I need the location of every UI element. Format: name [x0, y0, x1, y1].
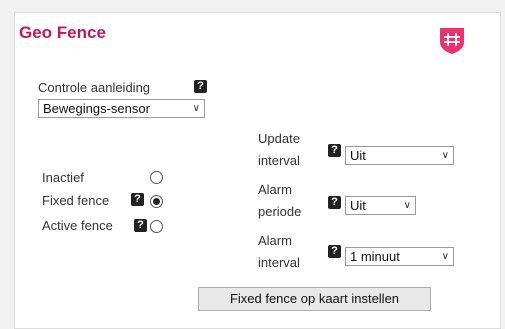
alarm-interval-label-1: Alarm	[258, 233, 292, 248]
update-interval-value: Uit	[350, 148, 366, 163]
inactief-label: Inactief	[42, 170, 84, 185]
chevron-down-icon: ∨	[441, 150, 449, 161]
alarm-interval-value: 1 minuut	[350, 249, 400, 264]
hashtag-shield-icon	[440, 28, 464, 54]
inactief-radio[interactable]	[150, 171, 163, 184]
fixed-fence-label: Fixed fence	[42, 193, 110, 208]
fixed-fence-op-kaart-button[interactable]: Fixed fence op kaart instellen	[198, 287, 431, 311]
controle-aanleiding-label: Controle aanleiding	[38, 80, 151, 95]
fixed-fence-help-icon[interactable]: ?	[131, 193, 144, 206]
alarm-periode-label-2: periode	[258, 204, 302, 219]
update-interval-label-2: interval	[258, 153, 300, 168]
geo-fence-panel	[14, 12, 501, 329]
alarm-periode-help-icon[interactable]: ?	[328, 196, 341, 209]
chevron-down-icon: ∨	[403, 200, 411, 211]
alarm-periode-label-1: Alarm	[258, 182, 292, 197]
alarm-interval-label-2: interval	[258, 255, 300, 270]
alarm-interval-select[interactable]: 1 minuut ∨	[345, 247, 454, 266]
alarm-periode-select[interactable]: Uit ∨	[345, 196, 416, 215]
active-fence-label: Active fence	[42, 218, 113, 233]
controle-selected-value: Bewegings-sensor	[43, 101, 150, 116]
update-interval-select[interactable]: Uit ∨	[345, 146, 454, 165]
update-interval-help-icon[interactable]: ?	[328, 144, 341, 157]
alarm-periode-value: Uit	[350, 198, 366, 213]
panel-title: Geo Fence	[19, 23, 106, 42]
update-interval-label-1: Update	[258, 131, 300, 146]
fixed-fence-radio[interactable]	[150, 195, 163, 208]
chevron-down-icon: ∨	[441, 251, 449, 262]
alarm-interval-help-icon[interactable]: ?	[328, 245, 341, 258]
chevron-down-icon: ∨	[192, 103, 200, 114]
controle-help-icon[interactable]: ?	[194, 80, 207, 93]
active-fence-help-icon[interactable]: ?	[134, 219, 147, 232]
controle-aanleiding-select[interactable]: Bewegings-sensor ∨	[38, 99, 205, 118]
active-fence-radio[interactable]	[150, 220, 163, 233]
